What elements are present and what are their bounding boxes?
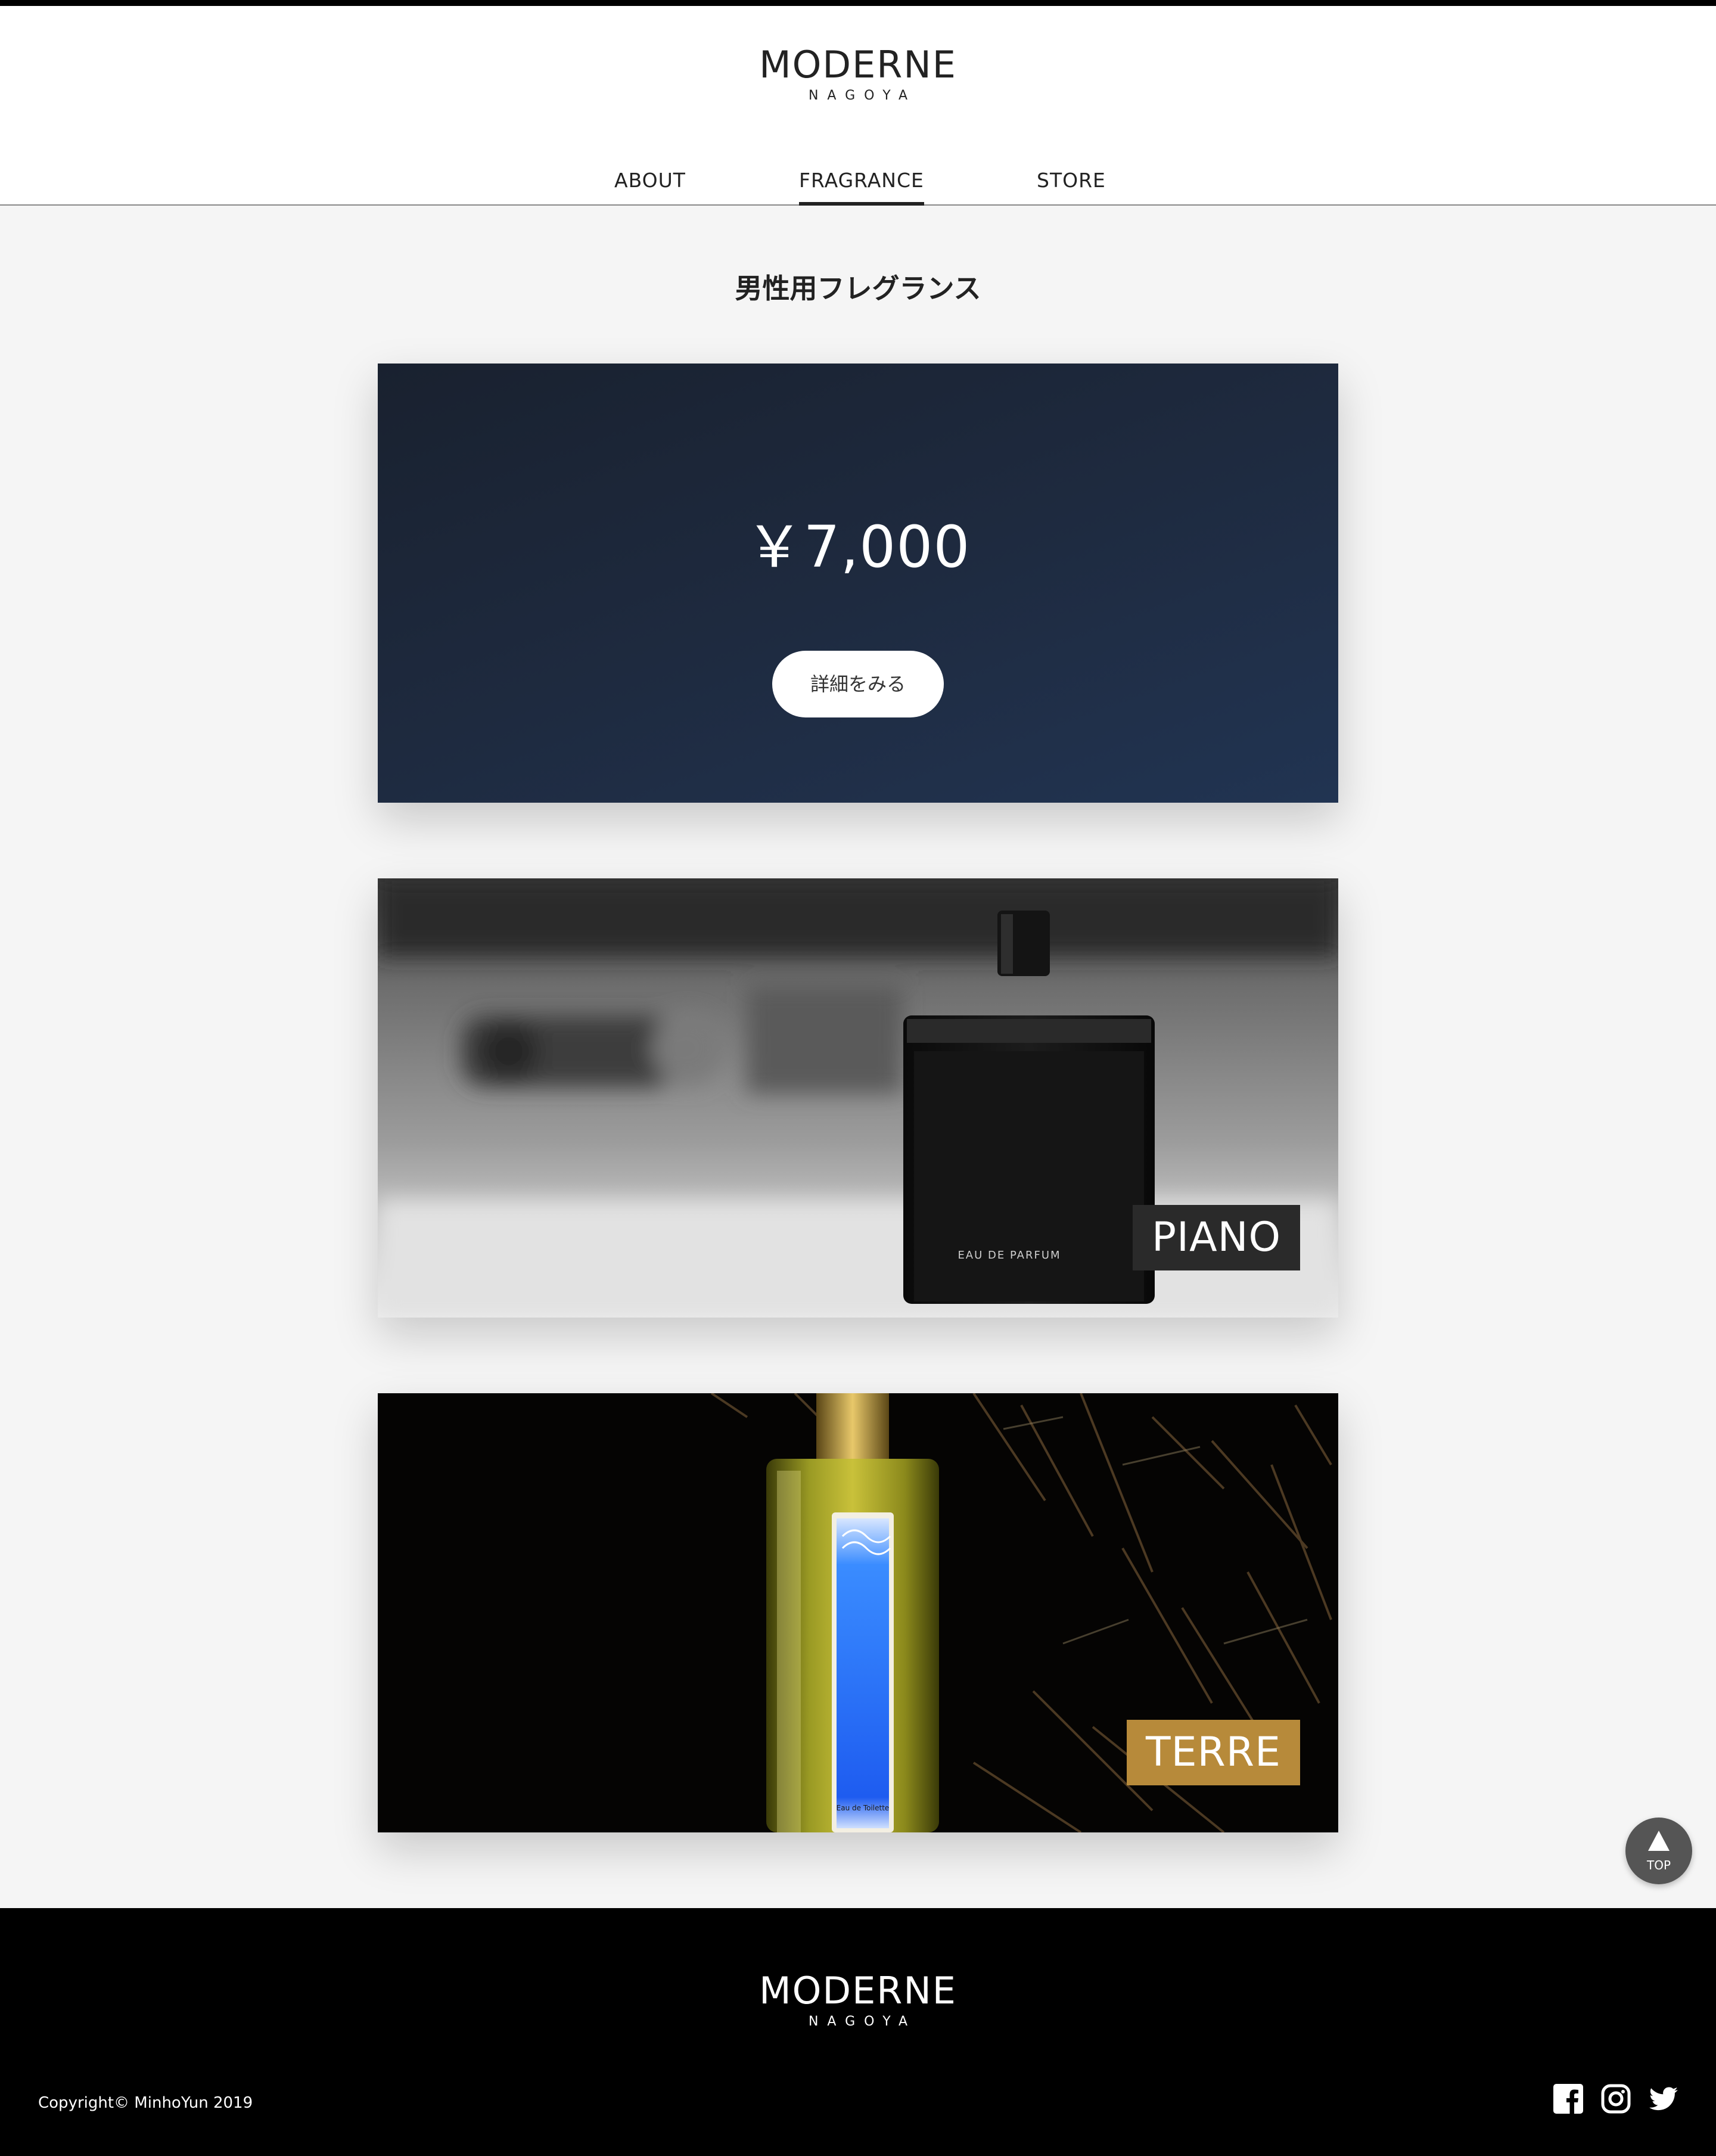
nav-fragrance[interactable]: FRAGRANCE: [799, 164, 924, 206]
facebook-icon[interactable]: [1553, 2083, 1584, 2114]
main-nav: ABOUT FRAGRANCE STORE: [0, 164, 1716, 206]
instagram-icon[interactable]: [1600, 2083, 1631, 2114]
logo-city: NAGOYA: [808, 88, 917, 103]
piano-name-tag[interactable]: PIANO: [1133, 1205, 1300, 1270]
page-title: 男性用フレグランス: [735, 272, 981, 305]
footer-logo[interactable]: MODERNE NAGOYA: [0, 1972, 1716, 2028]
top-border: [0, 0, 1716, 6]
logo-wordmark: MODERNE: [759, 43, 957, 86]
header-logo[interactable]: MODERNE NAGOYA: [0, 46, 1716, 102]
product-card-piano[interactable]: EAU DE PARFUM PIANO: [378, 878, 1338, 1318]
arrow-up-icon: [1648, 1831, 1670, 1851]
copyright-text: Copyright© MinhoYun 2019: [38, 2094, 253, 2112]
site-footer: MODERNE NAGOYA Copyright© MinhoYun 2019: [0, 1908, 1716, 2156]
twitter-icon[interactable]: [1648, 2083, 1679, 2114]
site-header: MODERNE NAGOYA ABOUT FRAGRANCE STORE: [0, 6, 1716, 206]
footer-logo-city: NAGOYA: [808, 2014, 917, 2029]
terre-name-tag[interactable]: TERRE: [1127, 1720, 1300, 1785]
terre-bottle-label: Eau de Toilette: [837, 1804, 890, 1812]
price-value: ￥7,000: [745, 514, 971, 580]
piano-bottle-label: EAU DE PARFUM: [958, 1249, 1061, 1262]
view-details-button[interactable]: 詳細をみる: [772, 651, 944, 717]
nav-about[interactable]: ABOUT: [614, 164, 686, 206]
scroll-top-button[interactable]: TOP: [1625, 1818, 1692, 1884]
scroll-top-label: TOP: [1646, 1858, 1671, 1872]
price-card: ￥7,000 詳細をみる: [378, 364, 1338, 803]
footer-logo-wordmark: MODERNE: [759, 1969, 957, 2012]
nav-store[interactable]: STORE: [1037, 164, 1106, 206]
product-card-terre[interactable]: Eau de Toilette TERRE: [378, 1393, 1338, 1832]
